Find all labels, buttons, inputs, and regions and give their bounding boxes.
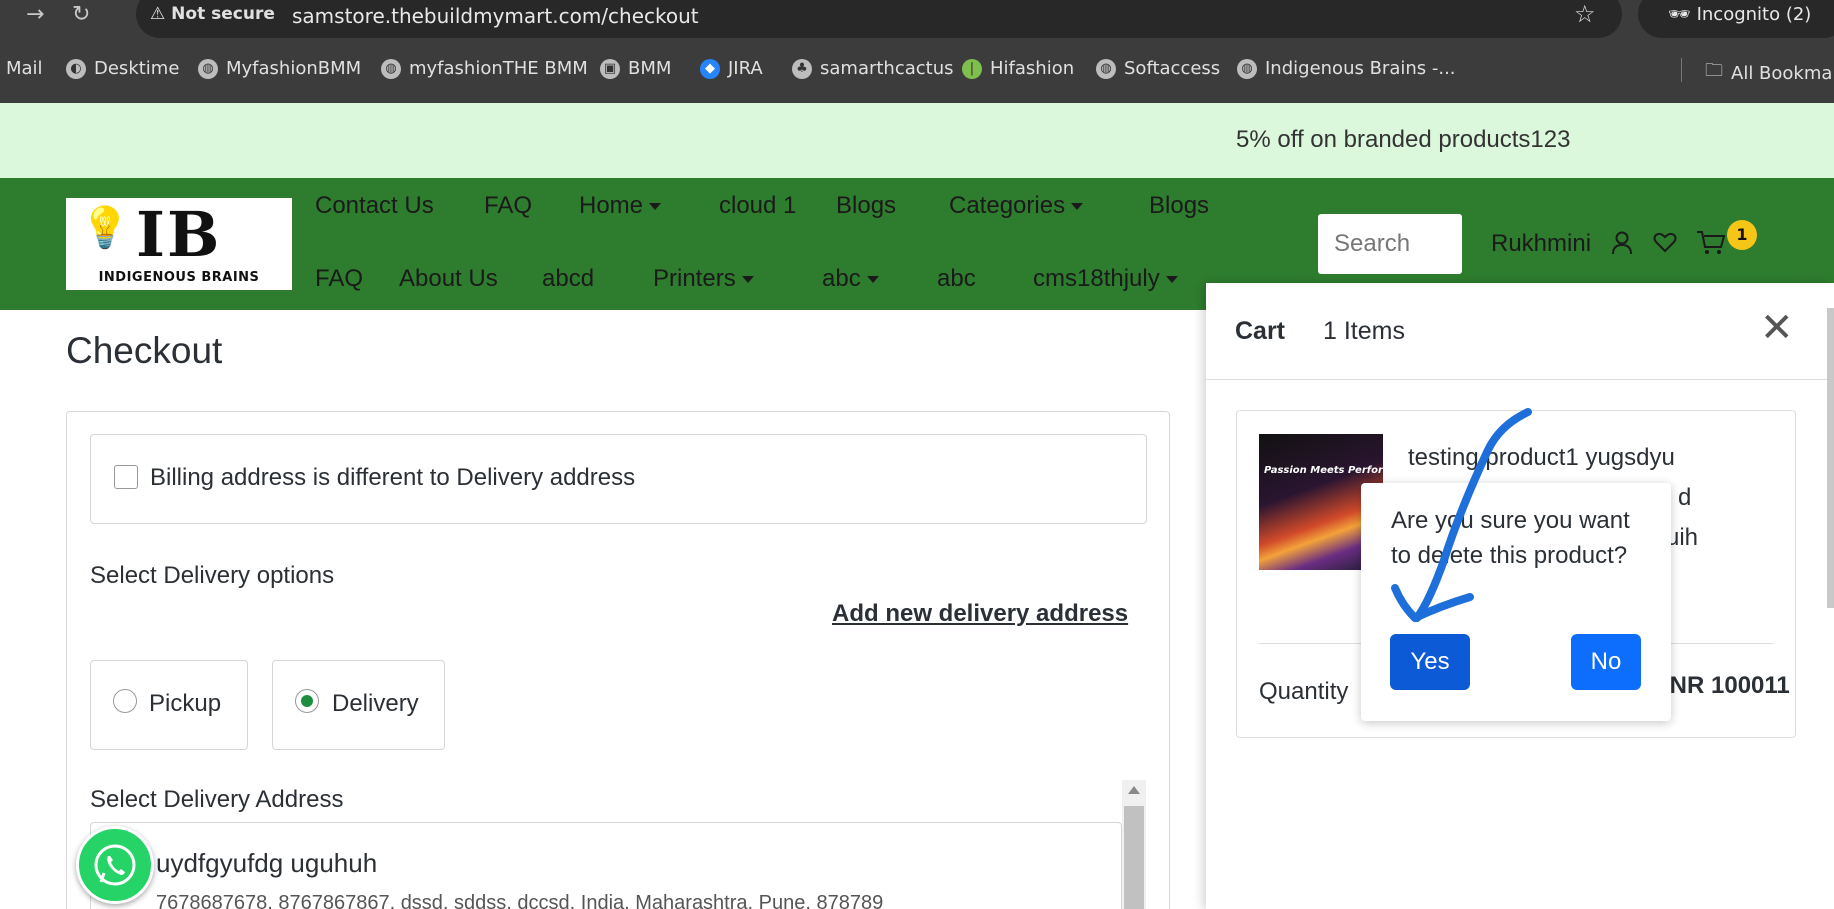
heart-icon[interactable] [1653,230,1677,260]
jira-icon: ◆ [700,58,720,79]
delivery-radio[interactable] [295,689,319,713]
bookmark-star-icon[interactable]: ☆ [1574,0,1596,28]
bookmark-mail[interactable]: Mail [6,58,43,79]
delivery-options-label: Select Delivery options [90,562,335,589]
whatsapp-icon[interactable] [76,826,154,904]
bookmark-myfashionthebmm[interactable]: ◍ myfashionTHE BMM [381,58,588,79]
scroll-up-icon[interactable] [1128,786,1140,794]
menu-printers[interactable]: Printers [653,265,754,293]
add-delivery-address-link[interactable]: Add new delivery address [832,600,1128,628]
globe-icon: ◍ [1237,58,1257,79]
menu-contact-us[interactable]: Contact Us [315,192,434,220]
address-details: 7678687678, 8767867867, dssd, sddss, dcc… [156,892,884,909]
menu-blogs[interactable]: Blogs [836,192,896,220]
url-text[interactable]: samstore.thebuildmymart.com/checkout [292,4,699,28]
bookmark-indigenous-brains[interactable]: ◍ Indigenous Brains -... [1237,58,1456,79]
bookmark-myfashionbmm[interactable]: ◍ MyfashionBMM [198,58,361,79]
menu-abcd[interactable]: abcd [542,265,594,293]
product-image-caption: Passion Meets Performance [1264,465,1420,476]
logo-subtitle: INDIGENOUS BRAINS [76,270,282,288]
cart-item-count: 1 Items [1323,317,1405,345]
globe-icon: ◍ [1096,58,1116,79]
menu-faq[interactable]: FAQ [484,192,532,220]
menu-categories[interactable]: Categories [949,192,1084,220]
confirm-yes-button[interactable]: Yes [1390,634,1470,690]
bookmark-all-bookmarks[interactable]: 🗀All Bookmarks [1705,58,1834,88]
security-warning[interactable]: ⚠ Not secure [150,4,275,24]
cart-count-badge: 1 [1727,220,1757,250]
delivery-address-label: Select Delivery Address [90,786,344,813]
bookmark-desktime[interactable]: ◐ Desktime [66,58,179,79]
page-title: Checkout [66,330,223,371]
site-logo[interactable]: 💡 IB INDIGENOUS BRAINS [66,198,292,290]
address-name: uydfgyufdg uguhuh [156,848,378,878]
cart-icon[interactable] [1696,230,1726,262]
menu-abc-2[interactable]: abc [937,265,976,293]
pickup-radio[interactable] [113,689,137,713]
globe-icon: ◍ [198,58,218,79]
delivery-label: Delivery [332,690,419,717]
chevron-down-icon [649,203,662,211]
chevron-down-icon [1071,203,1084,211]
logo-mark: IB [136,198,222,271]
drawer-divider [1206,379,1834,380]
menu-about-us[interactable]: About Us [399,265,498,293]
user-name[interactable]: Rukhmini [1491,230,1591,258]
hifashion-icon: | [962,58,982,79]
bookmark-samarthcactus[interactable]: ♣ samarthcactus [792,58,954,79]
menu-cms18thjuly[interactable]: cms18thjuly [1033,265,1178,293]
search-input[interactable] [1318,214,1462,274]
bookmark-softaccess[interactable]: ◍ Softaccess [1096,58,1220,79]
scroll-thumb[interactable] [1124,806,1144,909]
delete-confirm-message: Are you sure you want to delete this pro… [1391,507,1630,569]
reload-icon[interactable]: ↻ [72,2,90,27]
pickup-label: Pickup [149,690,222,717]
lightbulb-icon: 💡 [80,205,130,251]
menu-faq-2[interactable]: FAQ [315,265,363,293]
desktime-icon: ◐ [66,58,86,79]
forward-arrow-icon[interactable]: → [26,2,44,27]
billing-different-label: Billing address is different to Delivery… [150,464,636,491]
chevron-down-icon [741,276,754,284]
globe-icon: ◍ [381,58,401,79]
chevron-down-icon [866,276,879,284]
bmm-icon: ▣ [600,58,620,79]
menu-cloud-1[interactable]: cloud 1 [719,192,796,220]
bookmark-hifashion[interactable]: | Hifashion [962,58,1074,79]
quantity-label: Quantity [1259,678,1349,705]
product-name-line: testing product1 yugsdyu [1408,444,1675,471]
security-label: Not secure [171,4,275,24]
cactus-icon: ♣ [792,58,812,79]
drawer-scrollbar[interactable] [1827,308,1834,608]
bookmark-bmm[interactable]: ▣ BMM [600,58,671,79]
incognito-label: 🕶 Incognito (2) [1668,4,1812,25]
menu-home[interactable]: Home [579,192,662,220]
bookmark-separator [1681,58,1682,82]
chevron-down-icon [1165,276,1178,284]
user-icon[interactable] [1611,230,1633,262]
menu-blogs-2[interactable]: Blogs [1149,192,1209,220]
bookmark-jira[interactable]: ◆ JIRA [700,58,763,79]
folder-icon: 🗀 [1705,60,1723,81]
confirm-no-button[interactable]: No [1571,634,1641,690]
announcement-text: 5% off on branded products123 [1236,126,1571,153]
cart-title: Cart [1235,317,1286,345]
menu-abc[interactable]: abc [822,265,879,293]
billing-different-checkbox[interactable] [114,465,138,489]
item-price: INR 100011 [1663,672,1790,699]
close-icon[interactable]: ✕ [1760,308,1794,348]
